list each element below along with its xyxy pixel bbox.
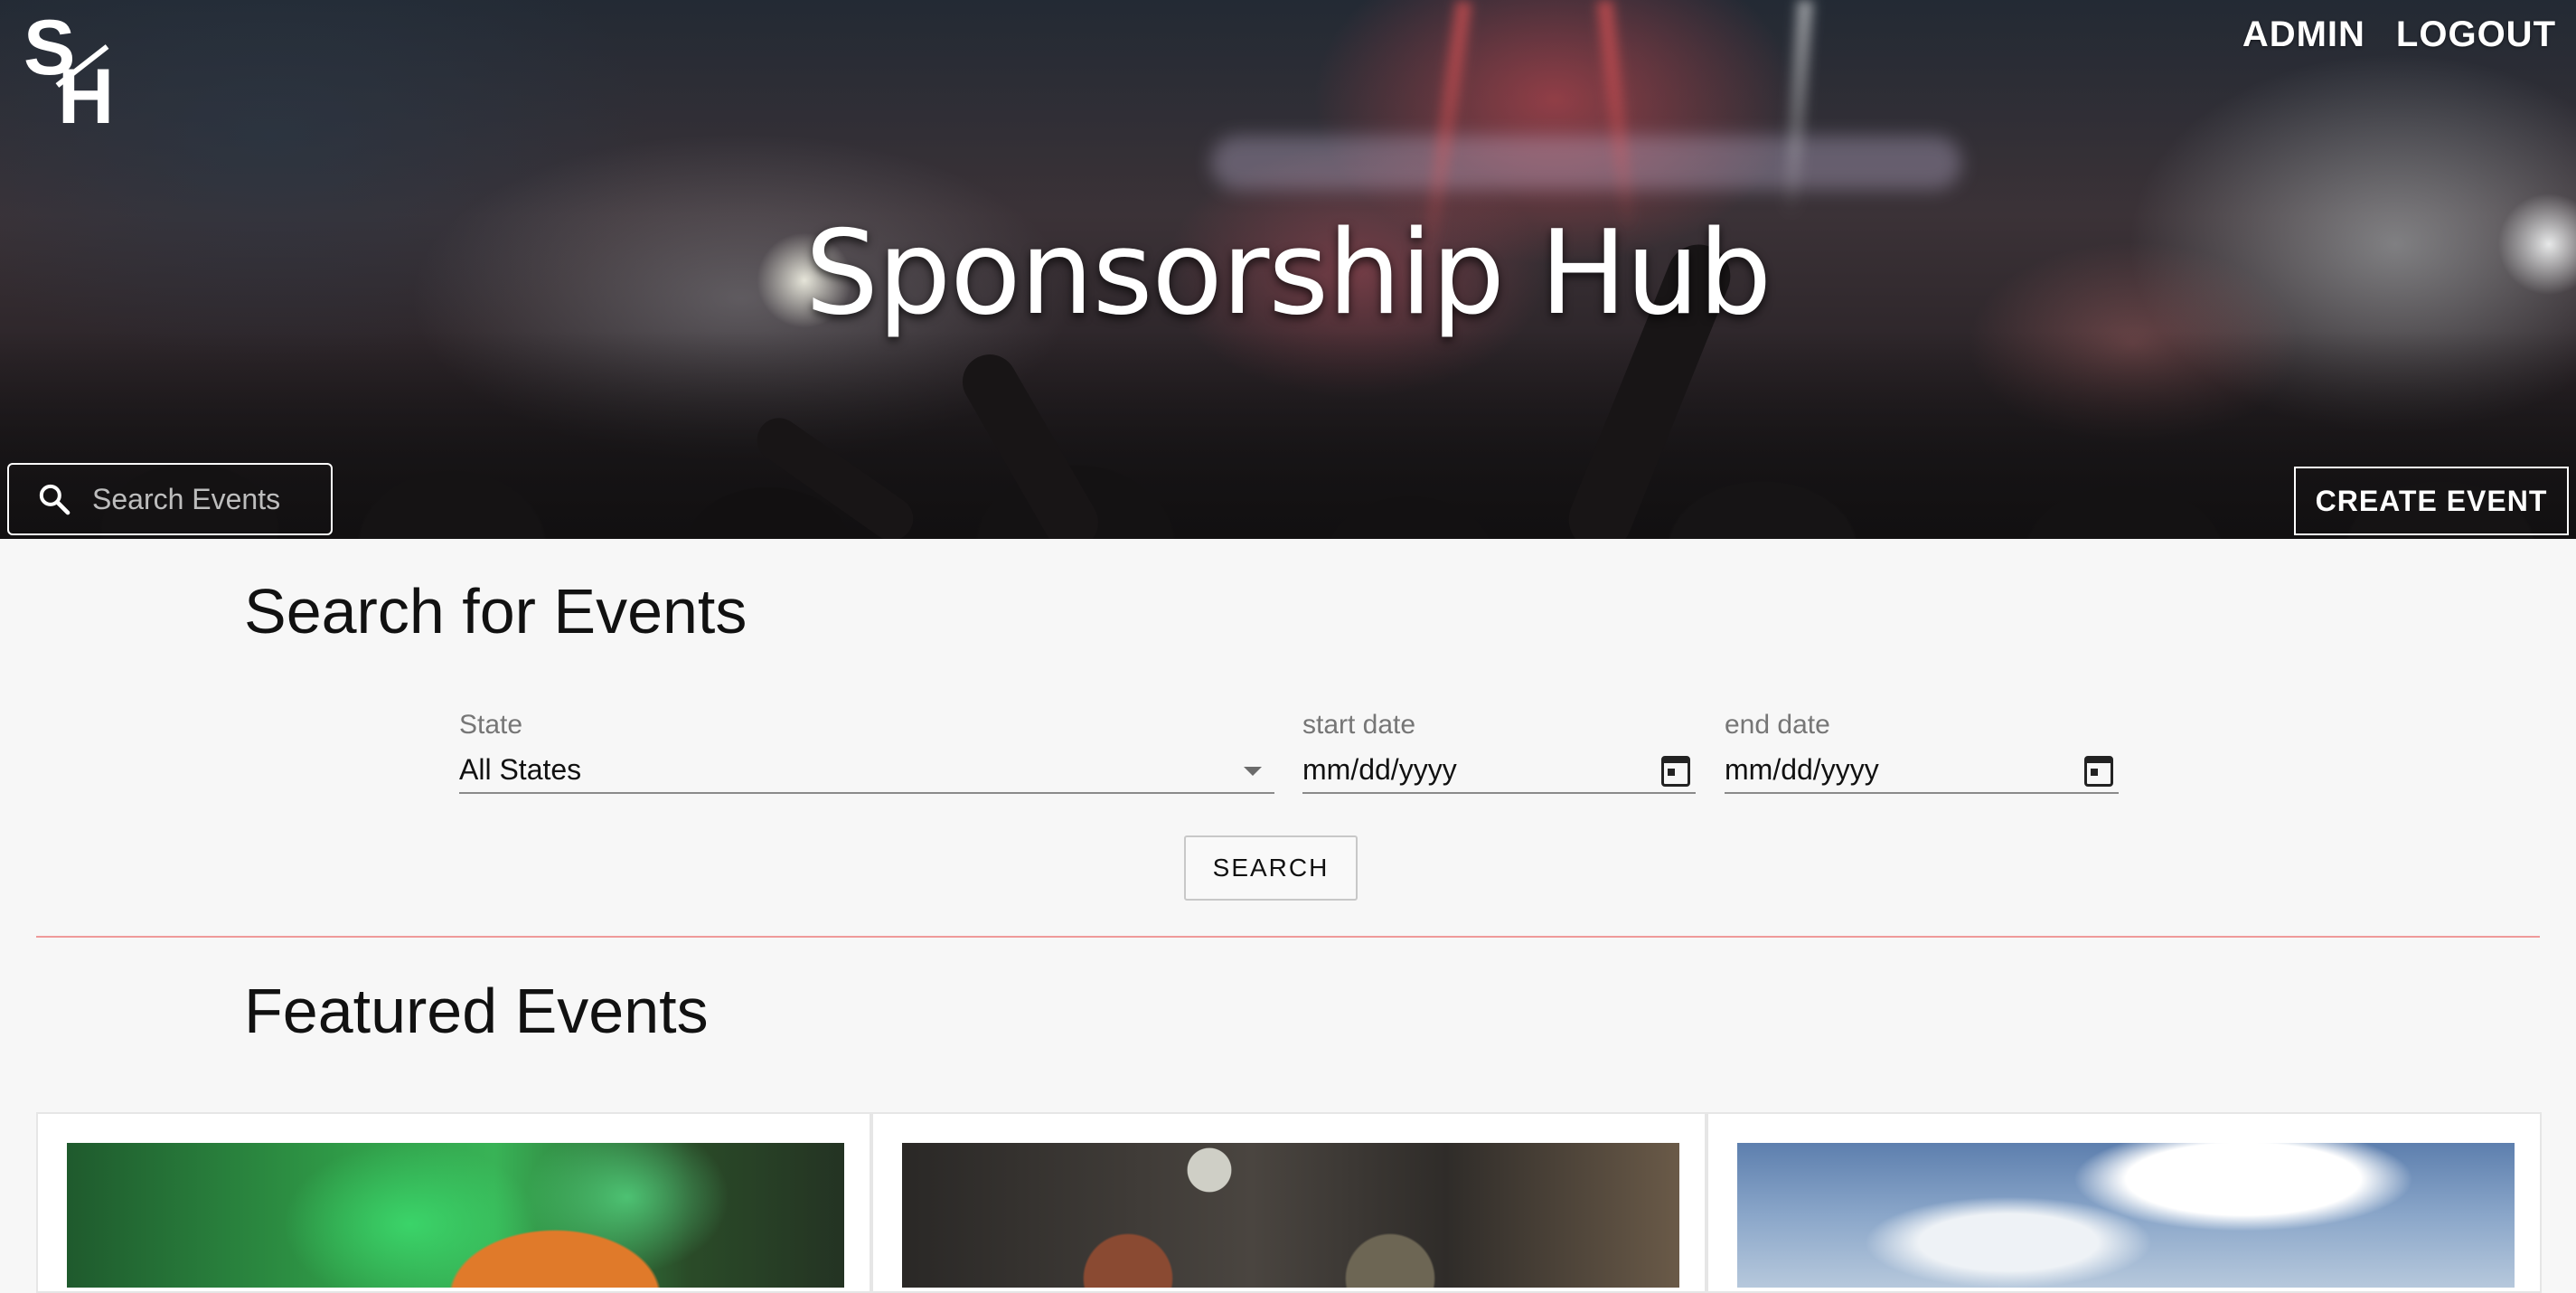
state-select[interactable]: All States — [459, 749, 1274, 794]
calendar-icon[interactable] — [2084, 756, 2113, 787]
film-reel-image — [902, 1143, 1679, 1288]
sky-image — [1737, 1143, 2515, 1288]
event-card[interactable] — [871, 1112, 1706, 1293]
calendar-icon[interactable] — [1661, 756, 1690, 787]
state-label: State — [459, 710, 523, 740]
light-beam — [1596, 0, 1638, 236]
end-date-field[interactable]: end date mm/dd/yyyy — [1725, 709, 2119, 799]
end-date-label: end date — [1725, 710, 1830, 740]
logout-link[interactable]: LOGOUT — [2396, 14, 2556, 55]
top-nav: ADMIN LOGOUT — [2242, 14, 2556, 55]
featured-events-list — [36, 1112, 2542, 1293]
pumpkin-image — [67, 1143, 844, 1288]
featured-section-title: Featured Events — [244, 976, 709, 1046]
chevron-down-icon — [1244, 767, 1262, 776]
page-title: Sponsorship Hub — [804, 206, 1772, 341]
event-card[interactable] — [36, 1112, 871, 1293]
event-card[interactable] — [1706, 1112, 2542, 1293]
sh-logo[interactable]: S H — [24, 5, 123, 140]
search-events-input[interactable] — [90, 481, 325, 517]
hero-search-box[interactable] — [7, 463, 333, 535]
state-select-value: All States — [459, 753, 582, 786]
search-button[interactable]: SEARCH — [1184, 835, 1358, 901]
start-date-label: start date — [1302, 710, 1416, 740]
start-date-field[interactable]: start date mm/dd/yyyy — [1302, 709, 1696, 799]
create-event-button[interactable]: CREATE EVENT — [2294, 467, 2569, 535]
start-date-input[interactable]: mm/dd/yyyy — [1302, 749, 1696, 794]
crowd-silhouette — [0, 331, 2576, 539]
admin-link[interactable]: ADMIN — [2242, 14, 2365, 55]
state-field[interactable]: State All States — [459, 709, 1274, 799]
search-icon — [36, 481, 72, 517]
end-date-input[interactable]: mm/dd/yyyy — [1725, 749, 2119, 794]
hero-banner: S H ADMIN LOGOUT Sponsorship Hub CREATE … — [0, 0, 2576, 539]
section-divider — [36, 936, 2540, 938]
stage-sign-blur — [1211, 136, 1961, 190]
search-section-title: Search for Events — [244, 576, 747, 646]
end-date-value: mm/dd/yyyy — [1725, 753, 1879, 786]
start-date-value: mm/dd/yyyy — [1302, 753, 1457, 786]
